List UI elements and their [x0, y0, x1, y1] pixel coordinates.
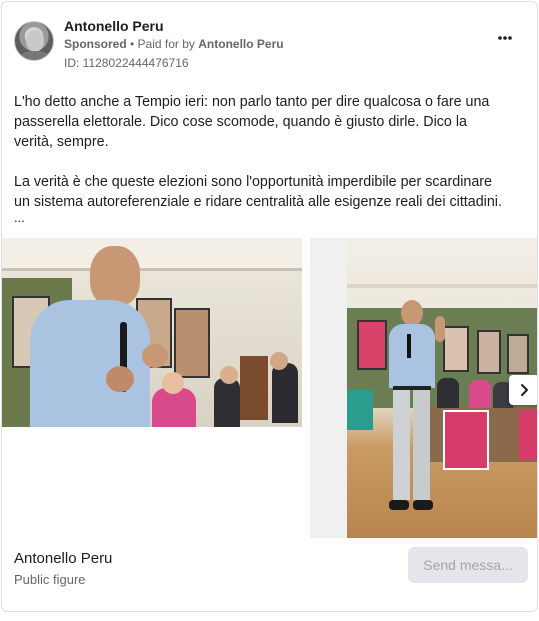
post-paragraph-1: L'ho detto anche a Tempio ieri: non parl…	[14, 94, 490, 150]
ad-card: Antonello Peru Sponsored • Paid for by A…	[1, 1, 538, 612]
image-carousel	[2, 238, 537, 538]
carousel-slide-2	[310, 238, 537, 538]
send-message-button[interactable]: Send messa...	[408, 547, 528, 583]
carousel-next-button[interactable]	[509, 375, 537, 405]
footer-page-name[interactable]: Antonello Peru	[14, 550, 112, 567]
carousel-photo-1[interactable]	[2, 238, 302, 427]
ad-id: ID: 1128022444476716	[64, 56, 189, 70]
page-name[interactable]: Antonello Peru	[64, 18, 164, 34]
separator: •	[126, 37, 138, 51]
chevron-right-icon	[521, 384, 528, 396]
see-more-ellipsis[interactable]: ...	[14, 210, 25, 225]
paid-for-prefix: Paid for by	[137, 37, 199, 51]
sponsored-line: Sponsored • Paid for by Antonello Peru	[64, 37, 284, 51]
paid-for-name: Antonello Peru	[198, 37, 284, 51]
more-options-button[interactable]	[495, 30, 515, 44]
more-horizontal-icon	[498, 36, 512, 40]
avatar[interactable]	[14, 21, 54, 61]
post-header: Antonello Peru Sponsored • Paid for by A…	[14, 16, 525, 72]
sponsored-label: Sponsored	[64, 37, 127, 51]
post-paragraph-2: La verità è che queste elezioni sono l'o…	[14, 174, 502, 210]
post-body: L'ho detto anche a Tempio ieri: non parl…	[14, 92, 506, 232]
footer-page-category: Public figure	[14, 572, 86, 587]
